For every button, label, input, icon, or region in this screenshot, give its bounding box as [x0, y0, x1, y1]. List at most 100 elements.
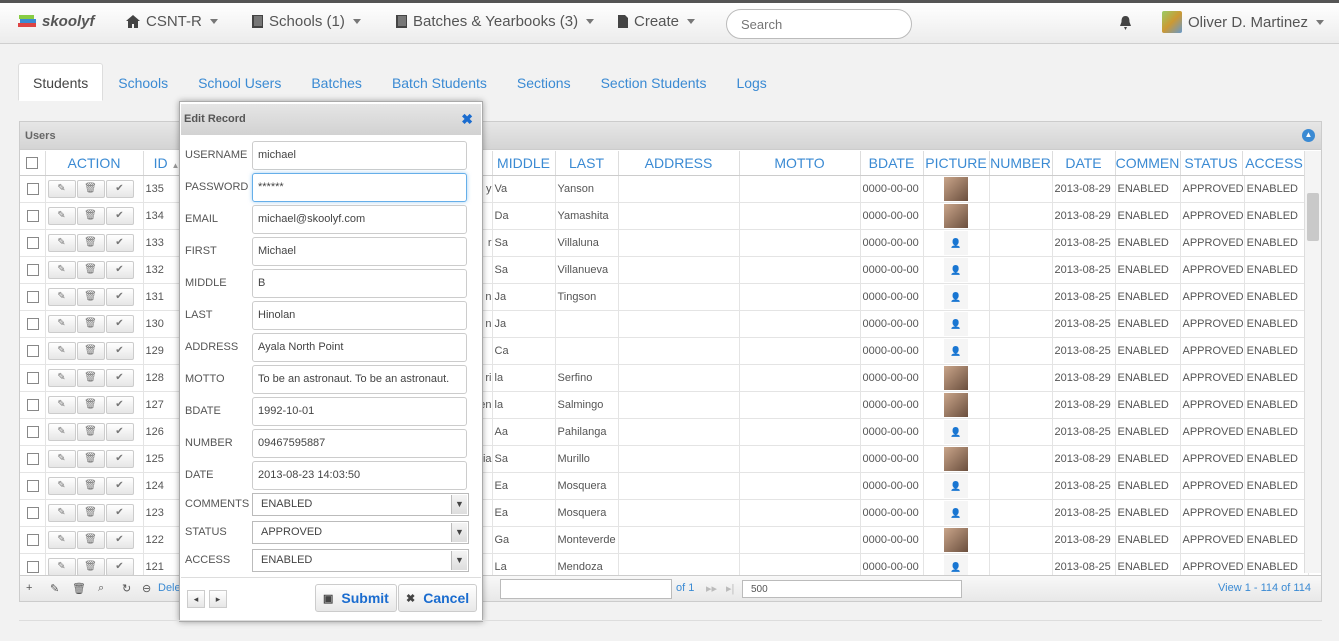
last-field[interactable]: Hinolan: [252, 301, 467, 330]
edit-icon[interactable]: ✎: [47, 558, 76, 576]
trash-icon[interactable]: 🗑: [76, 369, 105, 387]
row-checkbox[interactable]: [27, 237, 40, 249]
trash-icon[interactable]: 🗑: [76, 504, 105, 522]
row-checkbox[interactable]: [27, 183, 40, 195]
trash-icon[interactable]: 🗑: [76, 261, 105, 279]
edit-icon[interactable]: ✎: [47, 288, 76, 306]
select-all-checkbox[interactable]: [26, 156, 39, 169]
col-last[interactable]: LAST: [555, 151, 619, 176]
tab-batches[interactable]: Batches: [296, 63, 377, 101]
row-checkbox[interactable]: [27, 264, 40, 276]
bell-icon[interactable]: [1119, 16, 1132, 30]
col-date[interactable]: DATE: [1052, 151, 1116, 176]
add-icon[interactable]: +: [26, 582, 32, 594]
row-checkbox[interactable]: [27, 291, 40, 303]
create-menu[interactable]: Create: [618, 13, 696, 30]
collapse-icon[interactable]: ▲: [1302, 129, 1315, 142]
cancel-button[interactable]: ✖ Cancel: [398, 584, 478, 612]
close-icon[interactable]: ✖: [461, 104, 473, 135]
edit-icon[interactable]: ✎: [47, 342, 76, 360]
motto-field[interactable]: To be an astronaut. To be an astronaut.: [252, 365, 467, 394]
prev-record-button[interactable]: ◂: [187, 590, 205, 608]
col-address[interactable]: ADDRESS: [618, 151, 740, 176]
row-checkbox[interactable]: [27, 399, 40, 411]
edit-icon[interactable]: ✎: [50, 582, 59, 595]
trash-icon[interactable]: 🗑: [76, 180, 105, 198]
last-page-icon[interactable]: ▸|: [726, 582, 734, 595]
check-icon[interactable]: ✔: [105, 504, 134, 522]
check-icon[interactable]: ✔: [105, 342, 134, 360]
col-number[interactable]: NUMBER: [989, 151, 1053, 176]
refresh-icon[interactable]: ↻: [122, 582, 131, 595]
check-icon[interactable]: ✔: [105, 558, 134, 576]
edit-icon[interactable]: ✎: [47, 450, 76, 468]
edit-icon[interactable]: ✎: [47, 477, 76, 495]
submit-button[interactable]: ▣ Submit: [315, 584, 397, 612]
edit-icon[interactable]: ✎: [47, 315, 76, 333]
date-field[interactable]: 2013-08-23 14:03:50: [252, 461, 467, 490]
col-bdate[interactable]: BDATE: [860, 151, 924, 176]
check-icon[interactable]: ✔: [105, 207, 134, 225]
address-field[interactable]: Ayala North Point: [252, 333, 467, 362]
trash-icon[interactable]: 🗑: [76, 477, 105, 495]
search-icon[interactable]: ⌕: [98, 582, 104, 595]
edit-icon[interactable]: ✎: [47, 369, 76, 387]
number-field[interactable]: 09467595887: [252, 429, 467, 458]
check-icon[interactable]: ✔: [105, 423, 134, 441]
row-checkbox[interactable]: [27, 534, 40, 546]
scrollbar-thumb[interactable]: [1307, 193, 1319, 241]
row-checkbox[interactable]: [27, 480, 40, 492]
trash-icon[interactable]: 🗑: [76, 558, 105, 576]
row-checkbox[interactable]: [27, 372, 40, 384]
check-icon[interactable]: ✔: [105, 261, 134, 279]
col-middle[interactable]: MIDDLE: [492, 151, 556, 176]
check-icon[interactable]: ✔: [105, 531, 134, 549]
row-checkbox[interactable]: [27, 345, 40, 357]
check-icon[interactable]: ✔: [105, 288, 134, 306]
col-access[interactable]: ACCESS: [1242, 151, 1307, 176]
row-checkbox[interactable]: [27, 561, 40, 573]
check-icon[interactable]: ✔: [105, 234, 134, 252]
col-motto[interactable]: MOTTO: [739, 151, 861, 176]
row-checkbox[interactable]: [27, 453, 40, 465]
check-icon[interactable]: ✔: [105, 315, 134, 333]
username-field[interactable]: michael: [252, 141, 467, 170]
trash-icon[interactable]: 🗑: [76, 315, 105, 333]
trash-icon[interactable]: 🗑: [76, 396, 105, 414]
tab-batch-students[interactable]: Batch Students: [377, 63, 502, 101]
edit-icon[interactable]: ✎: [47, 207, 76, 225]
row-checkbox[interactable]: [27, 210, 40, 222]
check-icon[interactable]: ✔: [105, 396, 134, 414]
row-checkbox[interactable]: [27, 318, 40, 330]
middle-field[interactable]: B: [252, 269, 467, 298]
check-icon[interactable]: ✔: [105, 369, 134, 387]
first-field[interactable]: Michael: [252, 237, 467, 266]
row-checkbox[interactable]: [27, 507, 40, 519]
edit-icon[interactable]: ✎: [47, 504, 76, 522]
school-menu[interactable]: CSNT-R: [126, 13, 218, 30]
access-select[interactable]: ENABLED ▼: [252, 549, 469, 572]
tab-school-users[interactable]: School Users: [183, 63, 296, 101]
tab-section-students[interactable]: Section Students: [586, 63, 722, 101]
edit-icon[interactable]: ✎: [47, 423, 76, 441]
password-field[interactable]: ******: [252, 173, 467, 202]
check-icon[interactable]: ✔: [105, 477, 134, 495]
edit-icon[interactable]: ✎: [47, 180, 76, 198]
minus-circle-icon[interactable]: ⊖: [142, 582, 151, 595]
trash-icon[interactable]: 🗑: [76, 207, 105, 225]
trash-icon[interactable]: 🗑: [76, 288, 105, 306]
user-menu[interactable]: Oliver D. Martinez: [1162, 11, 1325, 33]
col-picture[interactable]: PICTURE: [923, 151, 990, 176]
tab-logs[interactable]: Logs: [721, 63, 781, 101]
col-status[interactable]: STATUS: [1180, 151, 1243, 176]
edit-icon[interactable]: ✎: [47, 234, 76, 252]
tab-schools[interactable]: Schools: [103, 63, 183, 101]
next-record-button[interactable]: ▸: [209, 590, 227, 608]
grid-scrollbar[interactable]: [1304, 151, 1321, 573]
trash-icon[interactable]: 🗑: [76, 423, 105, 441]
rows-per-page-select[interactable]: 500: [742, 580, 962, 598]
next-page-icon[interactable]: ▸▸: [706, 582, 717, 595]
search-input[interactable]: [726, 9, 912, 39]
select-all-header[interactable]: [20, 151, 46, 176]
edit-icon[interactable]: ✎: [47, 531, 76, 549]
